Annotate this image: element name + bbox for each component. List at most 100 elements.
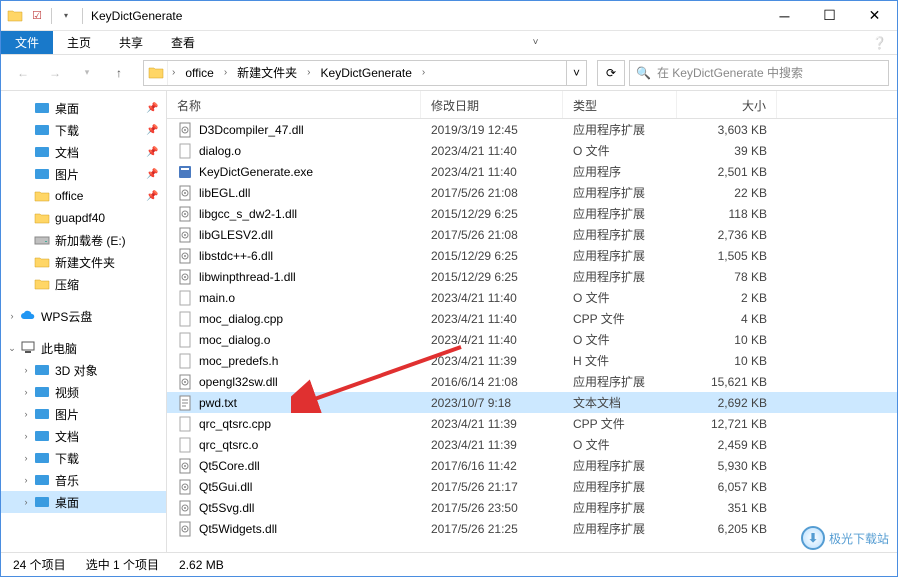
tab-view[interactable]: 查看: [157, 31, 209, 54]
breadcrumb-item[interactable]: 新建文件夹: [231, 61, 303, 85]
expand-icon[interactable]: ›: [19, 497, 33, 507]
sidebar[interactable]: 桌面📌下载📌文档📌图片📌office📌guapdf40新加载卷 (E:) 新建文件…: [1, 91, 167, 552]
file-date: 2015/12/29 6:25: [421, 249, 563, 263]
breadcrumb[interactable]: › office › 新建文件夹 › KeyDictGenerate › ˅: [143, 60, 587, 86]
file-row[interactable]: libGLESV2.dll2017/5/26 21:08应用程序扩展2,736 …: [167, 224, 897, 245]
minimize-button[interactable]: ─: [762, 1, 807, 30]
file-type: 应用程序扩展: [563, 121, 677, 138]
expand-icon[interactable]: ›: [19, 475, 33, 485]
file-row[interactable]: moc_predefs.h2023/4/21 11:39H 文件10 KB: [167, 350, 897, 371]
sidebar-item[interactable]: ›图片: [1, 403, 166, 425]
expand-icon[interactable]: ›: [5, 311, 19, 321]
tab-home[interactable]: 主页: [53, 31, 105, 54]
up-button[interactable]: ↑: [105, 59, 133, 87]
close-button[interactable]: ✕: [852, 1, 897, 30]
file-row[interactable]: libEGL.dll2017/5/26 21:08应用程序扩展22 KB: [167, 182, 897, 203]
chevron-right-icon[interactable]: ›: [168, 67, 179, 78]
sidebar-item[interactable]: ›音乐: [1, 469, 166, 491]
address-dropdown-icon[interactable]: ˅: [566, 61, 586, 85]
file-row[interactable]: dialog.o2023/4/21 11:40O 文件39 KB: [167, 140, 897, 161]
file-row[interactable]: main.o2023/4/21 11:40O 文件2 KB: [167, 287, 897, 308]
forward-button[interactable]: →: [41, 59, 69, 87]
expand-icon[interactable]: ›: [19, 409, 33, 419]
expand-icon[interactable]: ›: [19, 365, 33, 375]
file-name: main.o: [199, 291, 235, 305]
list-body[interactable]: D3Dcompiler_47.dll2019/3/19 12:45应用程序扩展3…: [167, 119, 897, 552]
sidebar-item[interactable]: 新加载卷 (E:): [1, 229, 166, 251]
file-row[interactable]: libwinpthread-1.dll2015/12/29 6:25应用程序扩展…: [167, 266, 897, 287]
sidebar-item[interactable]: ›文档: [1, 425, 166, 447]
file-row[interactable]: D3Dcompiler_47.dll2019/3/19 12:45应用程序扩展3…: [167, 119, 897, 140]
tab-share[interactable]: 共享: [105, 31, 157, 54]
sidebar-item[interactable]: guapdf40: [1, 207, 166, 229]
back-button[interactable]: ←: [9, 59, 37, 87]
recent-dropdown[interactable]: ▾: [73, 59, 101, 87]
file-size: 3,603 KB: [677, 123, 777, 137]
file-row[interactable]: qrc_qtsrc.cpp2023/4/21 11:39CPP 文件12,721…: [167, 413, 897, 434]
sidebar-item[interactable]: 新建文件夹: [1, 251, 166, 273]
sidebar-item[interactable]: ›3D 对象: [1, 359, 166, 381]
expand-icon[interactable]: ⌄: [5, 343, 19, 354]
file-row[interactable]: opengl32sw.dll2016/6/14 21:08应用程序扩展15,62…: [167, 371, 897, 392]
sidebar-item[interactable]: 压缩: [1, 273, 166, 295]
ribbon-toggle-icon[interactable]: ˅: [523, 31, 549, 54]
file-row[interactable]: Qt5Gui.dll2017/5/26 21:17应用程序扩展6,057 KB: [167, 476, 897, 497]
sidebar-item[interactable]: ›桌面: [1, 491, 166, 513]
file-size: 351 KB: [677, 501, 777, 515]
file-list: 名称 修改日期 类型 大小 D3Dcompiler_47.dll2019/3/1…: [167, 91, 897, 552]
file-row[interactable]: libstdc++-6.dll2015/12/29 6:25应用程序扩展1,50…: [167, 245, 897, 266]
expand-icon[interactable]: ›: [19, 453, 33, 463]
sidebar-item[interactable]: ›视频: [1, 381, 166, 403]
sidebar-item[interactable]: 桌面📌: [1, 97, 166, 119]
file-date: 2023/4/21 11:39: [421, 438, 563, 452]
file-type: 应用程序扩展: [563, 184, 677, 201]
qat-dropdown-icon[interactable]: ▾: [56, 6, 76, 26]
file-row[interactable]: Qt5Core.dll2017/6/16 11:42应用程序扩展5,930 KB: [167, 455, 897, 476]
breadcrumb-item[interactable]: office: [179, 61, 219, 85]
file-icon: [177, 479, 193, 495]
pin-icon: 📌: [146, 103, 162, 114]
chevron-right-icon[interactable]: ›: [418, 67, 429, 78]
file-row[interactable]: moc_dialog.o2023/4/21 11:40O 文件10 KB: [167, 329, 897, 350]
file-type: CPP 文件: [563, 415, 677, 432]
disk-icon: [33, 231, 51, 249]
statusbar: 24 个项目 选中 1 个项目 2.62 MB: [1, 552, 897, 576]
sidebar-item[interactable]: 文档📌: [1, 141, 166, 163]
file-row[interactable]: pwd.txt2023/10/7 9:18文本文档2,692 KB: [167, 392, 897, 413]
file-row[interactable]: qrc_qtsrc.o2023/4/21 11:39O 文件2,459 KB: [167, 434, 897, 455]
tab-file[interactable]: 文件: [1, 31, 53, 54]
column-size[interactable]: 大小: [677, 91, 777, 118]
chevron-right-icon[interactable]: ›: [220, 67, 231, 78]
sidebar-item[interactable]: office📌: [1, 185, 166, 207]
file-row[interactable]: moc_dialog.cpp2023/4/21 11:40CPP 文件4 KB: [167, 308, 897, 329]
column-name[interactable]: 名称: [167, 91, 421, 118]
column-date[interactable]: 修改日期: [421, 91, 563, 118]
sidebar-item[interactable]: ›下载: [1, 447, 166, 469]
3d-icon: [33, 361, 51, 379]
file-row[interactable]: Qt5Svg.dll2017/5/26 23:50应用程序扩展351 KB: [167, 497, 897, 518]
refresh-button[interactable]: ⟳: [597, 60, 625, 86]
help-icon[interactable]: ❔: [862, 31, 897, 54]
file-size: 22 KB: [677, 186, 777, 200]
download-icon: [33, 449, 51, 467]
ribbon-tabs: 文件 主页 共享 查看 ˅ ❔: [1, 31, 897, 55]
column-type[interactable]: 类型: [563, 91, 677, 118]
file-row[interactable]: KeyDictGenerate.exe2023/4/21 11:40应用程序2,…: [167, 161, 897, 182]
sidebar-item[interactable]: ›WPS云盘: [1, 305, 166, 327]
expand-icon[interactable]: ›: [19, 387, 33, 397]
video-icon: [33, 383, 51, 401]
sidebar-item-label: 新建文件夹: [55, 254, 166, 271]
chevron-right-icon[interactable]: ›: [303, 67, 314, 78]
sidebar-item[interactable]: 下载📌: [1, 119, 166, 141]
file-row[interactable]: libgcc_s_dw2-1.dll2015/12/29 6:25应用程序扩展1…: [167, 203, 897, 224]
qat-properties-icon[interactable]: ☑: [27, 6, 47, 26]
expand-icon[interactable]: ›: [19, 431, 33, 441]
breadcrumb-item[interactable]: KeyDictGenerate: [315, 61, 418, 85]
file-type: 应用程序: [563, 163, 677, 180]
file-row[interactable]: Qt5Widgets.dll2017/5/26 21:25应用程序扩展6,205…: [167, 518, 897, 539]
sidebar-item[interactable]: 图片📌: [1, 163, 166, 185]
search-input[interactable]: 🔍 在 KeyDictGenerate 中搜索: [629, 60, 889, 86]
sidebar-item[interactable]: ⌄此电脑: [1, 337, 166, 359]
maximize-button[interactable]: ☐: [807, 1, 852, 30]
file-date: 2017/5/26 23:50: [421, 501, 563, 515]
